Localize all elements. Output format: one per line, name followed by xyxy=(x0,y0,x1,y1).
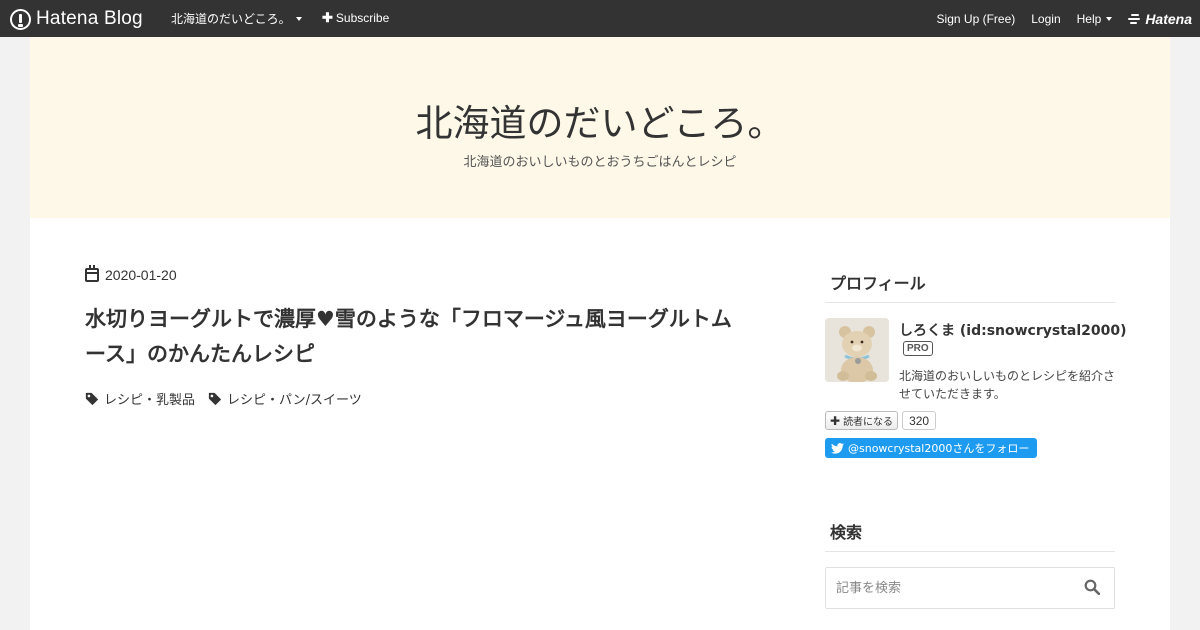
sidebar: プロフィール しろくま (id:snowcrystal2000) PRO 北海道… xyxy=(825,270,1127,609)
search-module-title: 検索 xyxy=(825,519,1115,552)
pro-badge[interactable]: PRO xyxy=(903,341,933,356)
entry-date-label: 2020-01-20 xyxy=(105,267,177,283)
caret-down-icon xyxy=(295,16,302,21)
hatena-blog-icon xyxy=(10,8,31,30)
search-input[interactable] xyxy=(826,568,1076,608)
twitter-bird-icon xyxy=(831,442,844,454)
hatena-blog-logo[interactable]: Hatena Blog xyxy=(10,7,143,31)
blog-menu-dropdown[interactable]: 北海道のだいどころ。 xyxy=(171,10,302,27)
category-link[interactable]: レシピ・乳製品 xyxy=(85,389,195,408)
global-header: Hatena Blog 北海道のだいどころ。 ✚ Subscribe Sign … xyxy=(0,0,1200,37)
tag-icon xyxy=(85,392,99,405)
plus-icon: ✚ xyxy=(322,10,333,25)
entry-title[interactable]: 水切りヨーグルトで濃厚♥雪のような「フロマージュ風ヨーグルトムース」のかんたんレ… xyxy=(85,302,735,372)
profile-card: しろくま (id:snowcrystal2000) PRO 北海道のおいしいもの… xyxy=(825,318,1127,402)
blog-description: 北海道のおいしいものとおうちごはんとレシピ xyxy=(463,155,737,170)
search-box xyxy=(825,567,1115,609)
twitter-follow-label: @snowcrystal2000さんをフォロー xyxy=(848,442,1030,455)
profile-module-title: プロフィール xyxy=(825,270,1115,303)
avatar[interactable] xyxy=(825,318,889,382)
profile-description: 北海道のおいしいものとレシピを紹介させていただきます。 xyxy=(899,369,1116,401)
caret-down-icon xyxy=(1106,16,1113,21)
category-link[interactable]: レシピ・パン/スイーツ xyxy=(208,389,362,408)
category-label: レシピ・乳製品 xyxy=(104,393,196,408)
become-reader-label: 読者になる xyxy=(843,417,894,428)
blog-menu-label: 北海道のだいどころ。 xyxy=(171,12,291,26)
blog-page: 北海道のだいどころ。 北海道のおいしいものとおうちごはんとレシピ 2020-01… xyxy=(30,37,1170,630)
hatena-wordmark: Hatena xyxy=(1145,10,1192,27)
subscribe-label: Subscribe xyxy=(335,11,390,25)
blog-title[interactable]: 北海道のだいどころ。 xyxy=(30,93,1170,147)
become-reader-button[interactable]: ✚ 読者になる xyxy=(825,411,899,430)
tag-icon xyxy=(208,392,222,405)
reader-count[interactable]: 320 xyxy=(902,411,937,430)
category-label: レシピ・パン/スイーツ xyxy=(227,393,362,408)
entry-date[interactable]: 2020-01-20 xyxy=(85,265,745,283)
twitter-follow-button[interactable]: @snowcrystal2000さんをフォロー xyxy=(825,438,1038,458)
plus-icon: ✚ xyxy=(830,413,841,428)
signup-link[interactable]: Sign Up (Free) xyxy=(937,12,1016,26)
entry-categories: レシピ・乳製品 レシピ・パン/スイーツ xyxy=(85,389,745,408)
blog-header: 北海道のだいどころ。 北海道のおいしいものとおうちごはんとレシピ xyxy=(30,37,1170,218)
help-dropdown[interactable]: Help xyxy=(1077,12,1113,26)
brand-label: Hatena Blog xyxy=(36,8,143,29)
entry: 2020-01-20 水切りヨーグルトで濃厚♥雪のような「フロマージュ風ヨーグル… xyxy=(85,265,745,408)
teddy-bear-avatar-image xyxy=(825,318,889,382)
search-icon[interactable] xyxy=(1084,579,1100,595)
account-links: Sign Up (Free) Login Help Hatena xyxy=(937,0,1200,37)
profile-name[interactable]: しろくま (id:snowcrystal2000) xyxy=(899,320,1127,340)
calendar-icon xyxy=(85,265,99,282)
help-label: Help xyxy=(1076,11,1102,26)
hatena-lines-icon xyxy=(1128,14,1142,24)
subscribe-link[interactable]: ✚ Subscribe xyxy=(322,10,389,26)
login-link[interactable]: Login xyxy=(1031,12,1060,26)
reader-subscribe-row: ✚ 読者になる 320 xyxy=(825,411,1115,430)
hatena-logo[interactable]: Hatena xyxy=(1128,11,1192,27)
